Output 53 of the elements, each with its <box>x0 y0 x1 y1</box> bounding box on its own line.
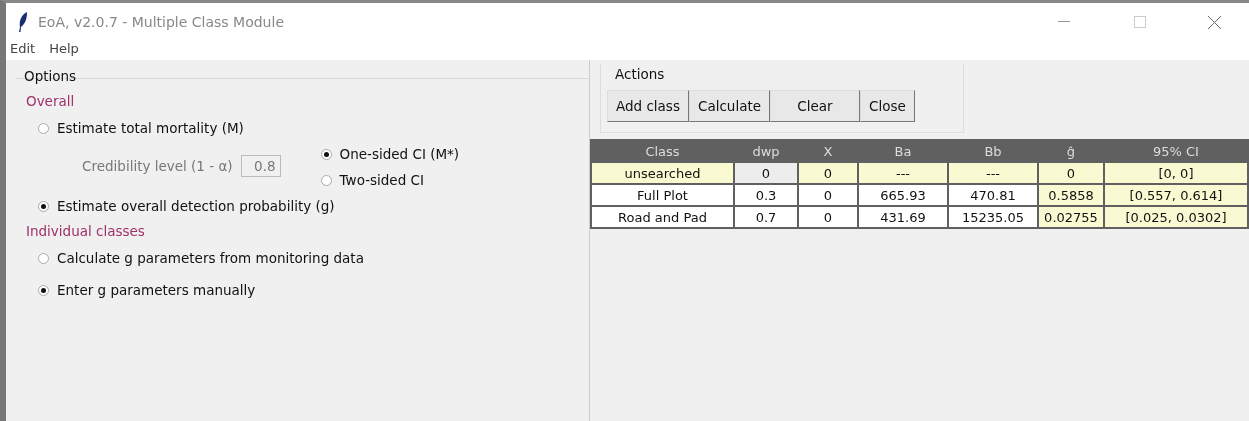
radio-icon[interactable] <box>38 284 49 296</box>
table-cell: 0 <box>799 163 857 183</box>
radio-icon[interactable] <box>320 174 332 186</box>
radio-option[interactable]: Enter g parameters manually <box>38 277 256 303</box>
menu-item[interactable]: Help <box>49 41 79 56</box>
radio-icon[interactable] <box>320 148 332 160</box>
options-title: Options <box>23 68 78 84</box>
column-header: ĝ <box>1065 142 1077 161</box>
table-cell[interactable]: 470.81 <box>949 185 1037 205</box>
table-cell: [0.557, 0.614] <box>1105 185 1247 205</box>
table-cell[interactable]: 15235.05 <box>949 207 1037 227</box>
feather-icon <box>18 12 28 32</box>
radio-option[interactable]: Calculate g parameters from monitoring data <box>38 245 364 271</box>
column-header: 95% CI <box>1152 142 1200 161</box>
radio-icon[interactable] <box>38 252 49 264</box>
table-cell: --- <box>949 163 1037 183</box>
action-button[interactable]: Clear <box>770 90 860 122</box>
table-cell: unsearched <box>592 163 733 183</box>
table-cell: --- <box>859 163 947 183</box>
radio-option[interactable]: Estimate overall detection probability (g) <box>38 193 335 219</box>
column-header: Ba <box>893 142 913 161</box>
table-cell[interactable]: 665.93 <box>859 185 947 205</box>
radio-icon[interactable] <box>38 122 49 134</box>
section-heading: Overall <box>26 93 76 109</box>
table-cell: 0 <box>735 163 797 183</box>
credibility-label: Credibility level (1 - α) <box>82 158 233 174</box>
action-button[interactable]: Calculate <box>688 90 770 122</box>
table-cell[interactable]: 0 <box>799 185 857 205</box>
window-title: EoA, v2.0.7 - Multiple Class Module <box>38 14 285 30</box>
table-cell[interactable]: Road and Pad <box>592 207 733 227</box>
radio-option[interactable]: Estimate total mortality (M) <box>38 115 244 141</box>
table-cell: 0 <box>1039 163 1103 183</box>
table-cell: [0.025, 0.0302] <box>1105 207 1247 227</box>
radio-option[interactable]: Two-sided CI <box>320 167 424 193</box>
column-header: dwp <box>751 142 781 161</box>
radio-option[interactable]: One-sided CI (M*) <box>320 141 460 167</box>
table-cell[interactable]: Full Plot <box>592 185 733 205</box>
section-heading: Individual classes <box>26 223 146 239</box>
column-header: Class <box>644 142 681 161</box>
table-cell: 0.02755 <box>1039 207 1103 227</box>
table-cell[interactable]: 0.3 <box>735 185 797 205</box>
action-button[interactable]: Add class <box>607 90 689 122</box>
menu-item[interactable]: Edit <box>10 41 36 56</box>
table-cell[interactable]: 431.69 <box>859 207 947 227</box>
column-header: X <box>822 142 834 161</box>
action-button[interactable]: Close <box>860 90 915 122</box>
actions-title: Actions <box>614 65 666 84</box>
table-cell: 0.5858 <box>1039 185 1103 205</box>
table-cell[interactable]: 0 <box>799 207 857 227</box>
radio-icon[interactable] <box>38 200 49 212</box>
column-header: Bb <box>983 142 1003 161</box>
table-cell[interactable]: 0.7 <box>735 207 797 227</box>
table-cell: [0, 0] <box>1105 163 1247 183</box>
